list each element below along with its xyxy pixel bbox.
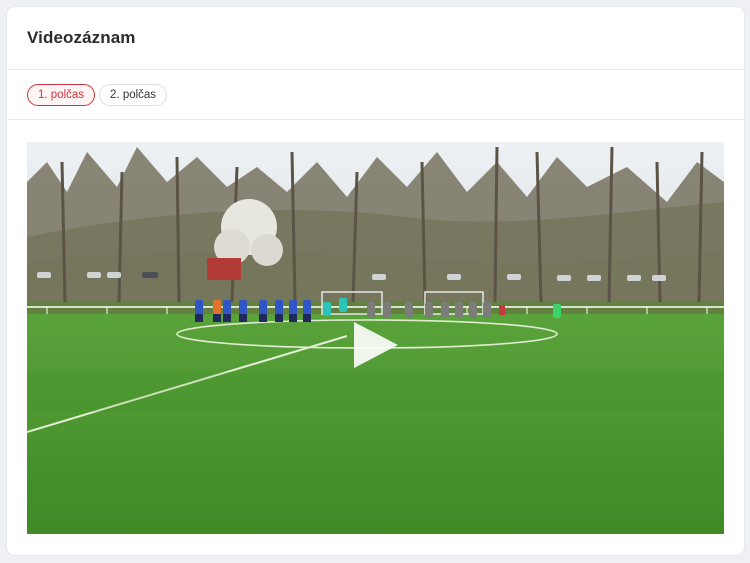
video-card: Videozáznam 1. polčas 2. polčas [7,7,744,555]
video-player[interactable] [27,142,724,534]
play-icon [354,322,398,368]
card-header: Videozáznam [7,7,744,70]
section-title: Videozáznam [27,28,136,47]
half-tabs: 1. polčas 2. polčas [7,70,744,120]
play-button[interactable] [351,320,401,370]
tab-second-half[interactable]: 2. polčas [99,83,168,106]
tab-first-half[interactable]: 1. polčas [27,83,96,106]
